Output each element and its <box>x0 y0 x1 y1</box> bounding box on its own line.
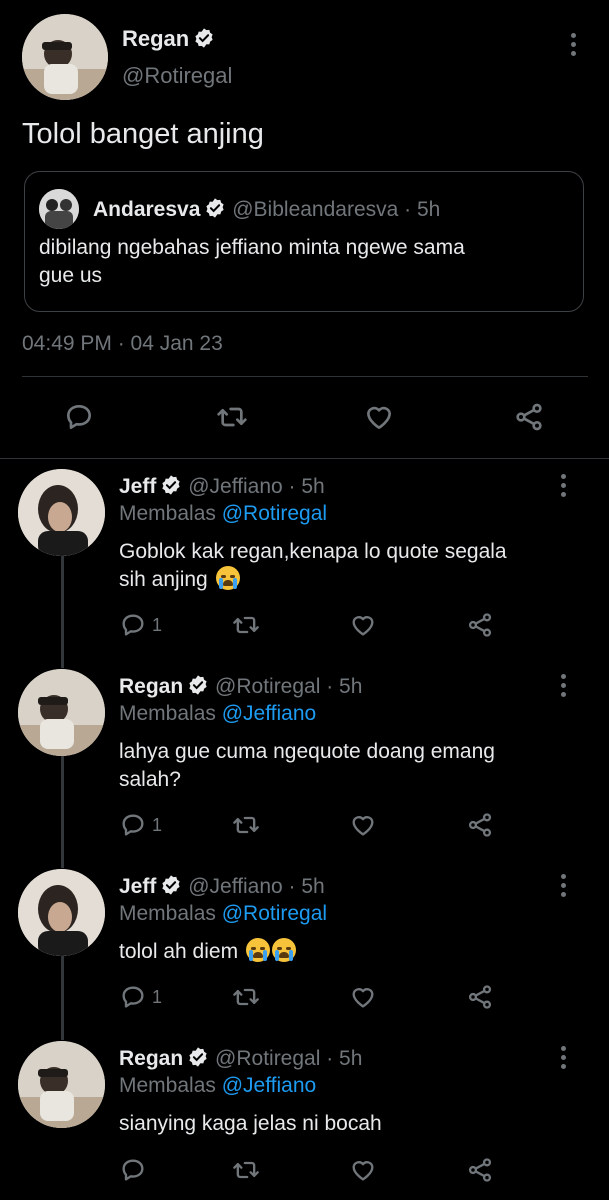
more-vertical-icon[interactable] <box>558 874 568 904</box>
reply-author-name[interactable]: Regan <box>119 1047 183 1070</box>
reply-author-name[interactable]: Jeff <box>119 475 156 498</box>
heart-icon[interactable] <box>349 811 377 839</box>
share-icon[interactable] <box>466 611 494 639</box>
reply-text-line1: lahya gue cuma ngequote doang emang <box>119 740 495 763</box>
comment-icon[interactable] <box>63 401 95 433</box>
verified-badge-icon <box>162 875 180 895</box>
verified-badge-icon <box>162 475 180 495</box>
more-vertical-icon[interactable] <box>558 474 568 504</box>
reply-text-line2: salah? <box>119 768 181 791</box>
reply-author-handle[interactable]: @Rotiregal <box>215 1047 320 1070</box>
quoted-time: · 5h <box>404 198 441 221</box>
comment-icon[interactable] <box>119 983 147 1011</box>
reply-author-handle[interactable]: @Jeffiano <box>188 475 283 498</box>
replying-to-link[interactable]: @Jeffiano <box>222 1074 317 1097</box>
share-icon[interactable] <box>466 983 494 1011</box>
loudly-crying-face-emoji <box>271 938 296 962</box>
reply-text-line1: tolol ah diem <box>119 940 239 963</box>
replying-label: Membalas <box>119 902 216 925</box>
avatar-andaresva <box>39 189 79 229</box>
more-vertical-icon[interactable] <box>568 33 578 63</box>
replying-to-link[interactable]: @Rotiregal <box>222 502 327 525</box>
avatar-regan[interactable] <box>18 669 105 756</box>
avatar-jeff[interactable] <box>18 869 105 956</box>
thread-line <box>61 956 64 1040</box>
reply-time: · 5h <box>326 1047 363 1070</box>
divider <box>0 458 609 459</box>
retweet-icon[interactable] <box>232 1156 260 1184</box>
reply-time: · 5h <box>288 875 325 898</box>
avatar-regan[interactable] <box>18 1041 105 1128</box>
author-handle[interactable]: @Rotiregal <box>122 63 232 89</box>
author-line: Regan <box>122 26 215 52</box>
replying-to-link[interactable]: @Rotiregal <box>222 902 327 925</box>
verified-badge-icon <box>206 198 225 218</box>
quoted-author-name: Andaresva <box>93 198 201 221</box>
heart-icon[interactable] <box>363 401 395 433</box>
reply-text-line1: sianying kaga jelas ni bocah <box>119 1112 382 1135</box>
share-icon[interactable] <box>466 811 494 839</box>
reply-time: · 5h <box>326 675 363 698</box>
reply-author-name[interactable]: Regan <box>119 675 183 698</box>
quoted-text-line2: gue us <box>39 264 103 287</box>
replying-label: Membalas <box>119 502 216 525</box>
divider <box>22 376 588 377</box>
avatar-regan[interactable] <box>22 14 108 100</box>
reply-time: · 5h <box>288 475 325 498</box>
verified-badge-icon <box>189 1047 207 1067</box>
retweet-icon[interactable] <box>232 811 260 839</box>
comment-icon[interactable] <box>119 811 147 839</box>
tweet-text: Tolol banget anjing <box>22 118 264 150</box>
reply-count: 1 <box>152 615 163 635</box>
quoted-author-handle: @Bibleandaresva <box>232 198 399 221</box>
thread-line <box>61 756 64 868</box>
replying-label: Membalas <box>119 1074 216 1097</box>
replying-label: Membalas <box>119 702 216 725</box>
thread-line <box>61 556 64 668</box>
reply-text-line1: Goblok kak regan,kenapa lo quote segala <box>119 540 507 563</box>
verified-badge-icon <box>195 28 213 48</box>
retweet-icon[interactable] <box>232 983 260 1011</box>
reply-count: 1 <box>152 987 163 1007</box>
reply-text-line2: sih anjing <box>119 568 208 591</box>
loudly-crying-face-emoji <box>245 938 270 962</box>
more-vertical-icon[interactable] <box>558 1046 568 1076</box>
heart-icon[interactable] <box>349 1156 377 1184</box>
more-vertical-icon[interactable] <box>558 674 568 704</box>
reply-author-handle[interactable]: @Rotiregal <box>215 675 320 698</box>
quoted-tweet[interactable]: Andaresva @Bibleandaresva · 5h dibilang … <box>24 171 584 312</box>
tweet-timestamp[interactable]: 04:49 PM · 04 Jan 23 <box>22 332 223 356</box>
avatar-jeff[interactable] <box>18 469 105 556</box>
share-icon[interactable] <box>466 1156 494 1184</box>
retweet-icon[interactable] <box>216 401 248 433</box>
reply-author-handle[interactable]: @Jeffiano <box>188 875 283 898</box>
verified-badge-icon <box>189 675 207 695</box>
author-name[interactable]: Regan <box>122 26 189 51</box>
comment-icon[interactable] <box>119 611 147 639</box>
heart-icon[interactable] <box>349 983 377 1011</box>
share-icon[interactable] <box>513 401 545 433</box>
heart-icon[interactable] <box>349 611 377 639</box>
retweet-icon[interactable] <box>232 611 260 639</box>
reply-count: 1 <box>152 815 163 835</box>
loudly-crying-face-emoji <box>215 566 240 590</box>
replying-to-link[interactable]: @Jeffiano <box>222 702 317 725</box>
comment-icon[interactable] <box>119 1156 147 1184</box>
reply-author-name[interactable]: Jeff <box>119 875 156 898</box>
quoted-text-line1: dibilang ngebahas jeffiano minta ngewe s… <box>39 236 465 259</box>
